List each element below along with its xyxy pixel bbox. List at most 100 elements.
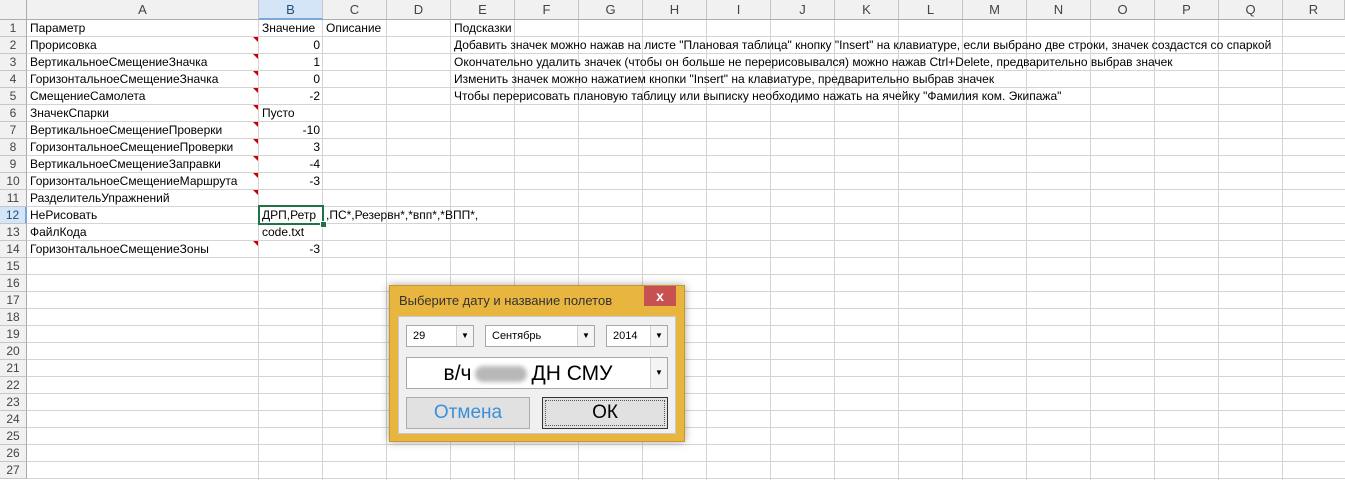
- col-header-l[interactable]: L: [899, 0, 963, 20]
- row-header-2[interactable]: 2: [0, 37, 27, 54]
- col-header-q[interactable]: Q: [1219, 0, 1283, 20]
- cell-a6[interactable]: ЗначекСпарки: [27, 105, 109, 122]
- comment-indicator[interactable]: [253, 88, 258, 93]
- cell-c12[interactable]: ,ПС*,Резервн*,*впп*,*ВПП*,: [323, 207, 478, 224]
- row-header-14[interactable]: 14: [0, 241, 27, 258]
- comment-indicator[interactable]: [253, 156, 258, 161]
- cell-b10[interactable]: -3: [259, 173, 323, 190]
- comment-indicator[interactable]: [253, 241, 258, 246]
- row-header-25[interactable]: 25: [0, 428, 27, 445]
- cell-b5[interactable]: -2: [259, 88, 323, 105]
- ok-button[interactable]: ОК: [542, 397, 668, 429]
- cell-e3[interactable]: Окончательно удалить значек (чтобы он бо…: [451, 54, 1173, 71]
- cell-b3[interactable]: 1: [259, 54, 323, 71]
- cell-a8[interactable]: ГоризонтальноеСмещениеПроверки: [27, 139, 233, 156]
- chevron-down-icon[interactable]: ▼: [650, 326, 667, 346]
- row-header-13[interactable]: 13: [0, 224, 27, 241]
- cell-e4[interactable]: Изменить значек можно нажатием кнопки "I…: [451, 71, 994, 88]
- col-header-d[interactable]: D: [387, 0, 451, 20]
- col-header-i[interactable]: I: [707, 0, 771, 20]
- cell-a14[interactable]: ГоризонтальноеСмещениеЗоны: [27, 241, 209, 258]
- comment-indicator[interactable]: [253, 37, 258, 42]
- row-header-3[interactable]: 3: [0, 54, 27, 71]
- cell-a11[interactable]: РазделительУпражнений: [27, 190, 170, 207]
- cell-a13[interactable]: ФайлКода: [27, 224, 87, 241]
- row-header-27[interactable]: 27: [0, 462, 27, 479]
- col-header-h[interactable]: H: [643, 0, 707, 20]
- chevron-down-icon[interactable]: ▼: [577, 326, 594, 346]
- col-header-f[interactable]: F: [515, 0, 579, 20]
- cell-b2[interactable]: 0: [259, 37, 323, 54]
- cell-b14[interactable]: -3: [259, 241, 323, 258]
- row-header-10[interactable]: 10: [0, 173, 27, 190]
- cell-b1[interactable]: Значение: [259, 20, 315, 37]
- comment-indicator[interactable]: [253, 173, 258, 178]
- day-select[interactable]: 29 ▼: [406, 325, 474, 347]
- row-header-18[interactable]: 18: [0, 309, 27, 326]
- cell-a12[interactable]: НеРисовать: [27, 207, 97, 224]
- cell-a9[interactable]: ВертикальноеСмещениеЗаправки: [27, 156, 221, 173]
- cell-b7[interactable]: -10: [259, 122, 323, 139]
- col-header-m[interactable]: M: [963, 0, 1027, 20]
- year-select[interactable]: 2014 ▼: [606, 325, 668, 347]
- cell-a3[interactable]: ВертикальноеСмещениеЗначка: [27, 54, 207, 71]
- row-header-4[interactable]: 4: [0, 71, 27, 88]
- chevron-down-icon[interactable]: ▼: [456, 326, 473, 346]
- col-header-r[interactable]: R: [1283, 0, 1345, 20]
- cell-e1[interactable]: Подсказки: [451, 20, 512, 37]
- row-header-16[interactable]: 16: [0, 275, 27, 292]
- col-header-n[interactable]: N: [1027, 0, 1091, 20]
- col-header-k[interactable]: K: [835, 0, 899, 20]
- cell-e5[interactable]: Чтобы перерисовать плановую таблицу или …: [451, 88, 1061, 105]
- comment-indicator[interactable]: [253, 122, 258, 127]
- col-header-o[interactable]: O: [1091, 0, 1155, 20]
- cancel-button[interactable]: Отмена: [406, 397, 530, 429]
- comment-indicator[interactable]: [253, 139, 258, 144]
- col-header-c[interactable]: C: [323, 0, 387, 20]
- row-header-7[interactable]: 7: [0, 122, 27, 139]
- cell-a4[interactable]: ГоризонтальноеСмещениеЗначка: [27, 71, 218, 88]
- cell-b6[interactable]: Пусто: [259, 105, 295, 122]
- comment-indicator[interactable]: [253, 105, 258, 110]
- cell-b4[interactable]: 0: [259, 71, 323, 88]
- cell-b9[interactable]: -4: [259, 156, 323, 173]
- cell-a10[interactable]: ГоризонтальноеСмещениеМаршрута: [27, 173, 237, 190]
- comment-indicator[interactable]: [253, 190, 258, 195]
- cell-a5[interactable]: СмещениеСамолета: [27, 88, 145, 105]
- row-header-5[interactable]: 5: [0, 88, 27, 105]
- row-header-11[interactable]: 11: [0, 190, 27, 207]
- col-header-a[interactable]: A: [27, 0, 259, 20]
- month-select[interactable]: Сентябрь ▼: [485, 325, 595, 347]
- col-header-b[interactable]: B: [259, 0, 323, 20]
- col-header-e[interactable]: E: [451, 0, 515, 20]
- flight-name-select[interactable]: в/ч ДН СМУ ▼: [406, 357, 668, 389]
- row-header-15[interactable]: 15: [0, 258, 27, 275]
- chevron-down-icon[interactable]: ▼: [650, 358, 667, 388]
- cell-e2[interactable]: Добавить значек можно нажав на листе "Пл…: [451, 37, 1271, 54]
- row-header-12[interactable]: 12: [0, 207, 27, 224]
- col-header-p[interactable]: P: [1155, 0, 1219, 20]
- row-header-1[interactable]: 1: [0, 20, 27, 37]
- col-header-j[interactable]: J: [771, 0, 835, 20]
- active-cell-selection[interactable]: [258, 205, 324, 225]
- close-button[interactable]: x: [644, 286, 676, 306]
- row-header-20[interactable]: 20: [0, 343, 27, 360]
- row-header-23[interactable]: 23: [0, 394, 27, 411]
- cell-b8[interactable]: 3: [259, 139, 323, 156]
- cell-a7[interactable]: ВертикальноеСмещениеПроверки: [27, 122, 222, 139]
- cell-a1[interactable]: Параметр: [27, 20, 85, 37]
- comment-indicator[interactable]: [253, 71, 258, 76]
- row-header-19[interactable]: 19: [0, 326, 27, 343]
- row-header-6[interactable]: 6: [0, 105, 27, 122]
- comment-indicator[interactable]: [253, 54, 258, 59]
- row-header-17[interactable]: 17: [0, 292, 27, 309]
- select-all-corner[interactable]: [0, 0, 27, 20]
- row-header-9[interactable]: 9: [0, 156, 27, 173]
- row-header-8[interactable]: 8: [0, 139, 27, 156]
- cell-a2[interactable]: Прорисовка: [27, 37, 97, 54]
- row-header-21[interactable]: 21: [0, 360, 27, 377]
- cell-c1[interactable]: Описание: [323, 20, 381, 37]
- row-header-22[interactable]: 22: [0, 377, 27, 394]
- row-header-24[interactable]: 24: [0, 411, 27, 428]
- col-header-g[interactable]: G: [579, 0, 643, 20]
